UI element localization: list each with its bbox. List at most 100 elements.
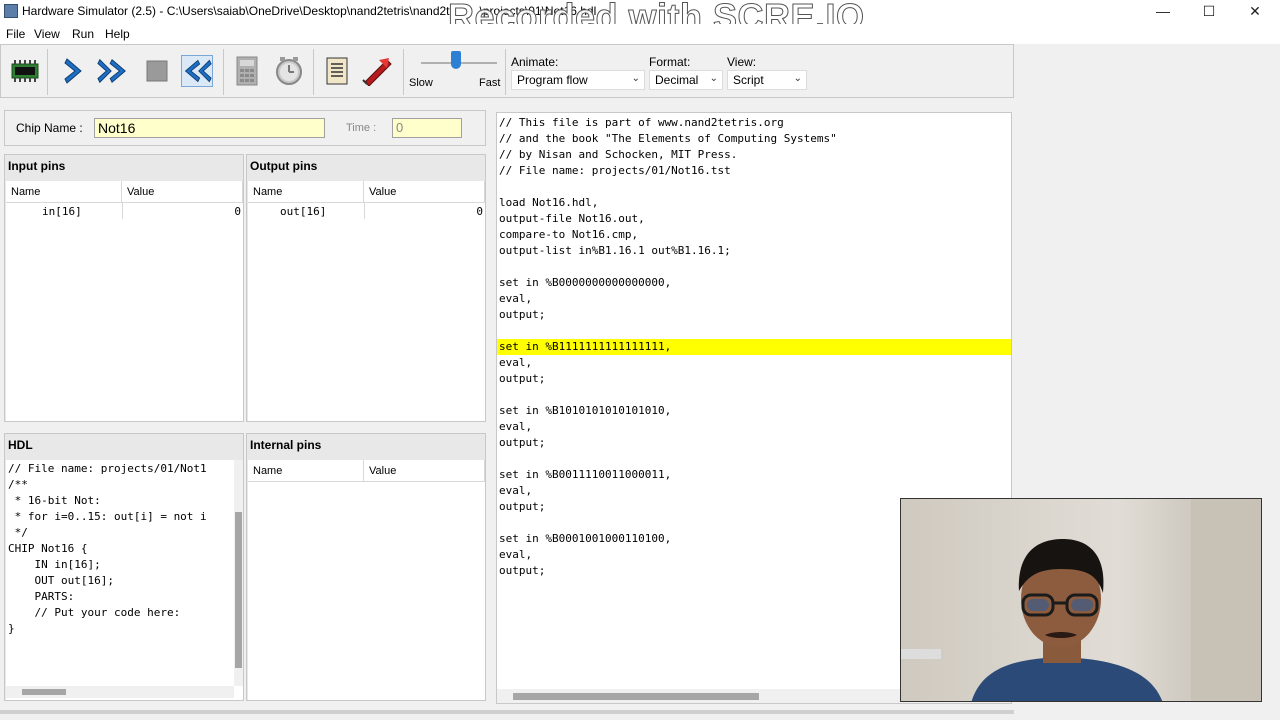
hdl-horizontal-scroll-thumb[interactable] (22, 689, 66, 695)
menu-file[interactable]: File (6, 27, 25, 41)
maximize-button[interactable]: ☐ (1186, 0, 1232, 24)
hdl-line: /** (8, 478, 28, 491)
script-button[interactable] (321, 55, 353, 87)
output-pins-name-header[interactable]: Name (248, 181, 364, 203)
script-line: eval, (499, 292, 533, 305)
chip-name-label: Chip Name : (16, 121, 83, 135)
script-line: load Not16.hdl, (499, 196, 599, 209)
script-line: eval, (499, 484, 533, 497)
script-line: set in %B0001001000110100, (499, 532, 672, 545)
menu-bar: File View Run Help (0, 24, 1280, 44)
chevron-down-icon: ⌄ (631, 73, 640, 84)
stop-button[interactable] (141, 55, 173, 87)
script-line: output; (499, 308, 546, 321)
view-label: View: (727, 55, 757, 69)
input-pins-table: Name Value in[16] 0 (6, 181, 243, 421)
script-line: eval, (499, 356, 533, 369)
breakpoint-flag-icon (362, 58, 392, 86)
output-pins-table: Name Value out[16] 0 (248, 181, 485, 421)
calculator-icon (236, 56, 258, 86)
clock-icon (276, 57, 302, 85)
pin-value: 0 (476, 205, 483, 218)
script-line: output; (499, 500, 546, 513)
script-line: set in %B0011110011000011, (499, 468, 672, 481)
minimize-button[interactable]: — (1140, 0, 1186, 24)
format-select[interactable]: Decimal ⌄ (649, 70, 723, 90)
webcam-overlay (900, 498, 1262, 702)
output-pins-value-header[interactable]: Value (364, 181, 485, 203)
output-pins-panel: Output pins Name Value out[16] 0 (246, 154, 486, 422)
speed-slow-label: Slow (409, 77, 433, 89)
animate-label: Animate: (511, 55, 559, 69)
rewind-icon (184, 59, 212, 83)
toolbar: Slow Fast Animate: Program flow ⌄ Format:… (0, 44, 1014, 98)
status-divider (0, 710, 1014, 714)
time-label: Time : (346, 122, 377, 134)
script-line: set in %B0000000000000000, (499, 276, 672, 289)
speed-slider-thumb[interactable] (451, 51, 461, 69)
internal-pins-title: Internal pins (250, 438, 322, 452)
chip-name-bar: Chip Name : Not16 Time : 0 (4, 110, 486, 146)
pin-name: in[16] (42, 205, 82, 218)
table-row[interactable]: out[16] 0 (248, 203, 485, 219)
internal-pins-panel: Internal pins Name Value (246, 433, 486, 701)
internal-pins-name-header[interactable]: Name (248, 460, 364, 482)
hdl-line: } (8, 622, 15, 635)
format-label: Format: (649, 55, 691, 69)
breakpoints-button[interactable] (361, 55, 393, 87)
single-step-button[interactable] (57, 55, 89, 87)
hdl-line: * 16-bit Not: (8, 494, 101, 507)
script-line: // This file is part of www.nand2tetris.… (499, 116, 784, 129)
script-line: eval, (499, 420, 533, 433)
script-horizontal-scroll-thumb[interactable] (513, 693, 759, 700)
hdl-line: OUT out[16]; (8, 574, 114, 587)
pin-name: out[16] (280, 205, 327, 218)
menu-help[interactable]: Help (105, 27, 130, 41)
pin-value[interactable]: 0 (234, 205, 241, 218)
menu-run[interactable]: Run (72, 27, 94, 41)
load-chip-button[interactable] (9, 55, 41, 87)
input-pins-value-header[interactable]: Value (122, 181, 243, 203)
chevron-down-icon: ⌄ (709, 73, 718, 84)
hdl-vertical-scrollbar[interactable] (234, 460, 243, 686)
script-line: output; (499, 436, 546, 449)
eval-button[interactable] (231, 55, 263, 87)
script-line: // and the book "The Elements of Computi… (499, 132, 837, 145)
menu-view[interactable]: View (34, 27, 60, 41)
view-select[interactable]: Script ⌄ (727, 70, 807, 90)
hdl-vertical-scroll-thumb[interactable] (235, 512, 242, 668)
hdl-line: * for i=0..15: out[i] = not i (8, 510, 207, 523)
internal-pins-value-header[interactable]: Value (364, 460, 485, 482)
clock-button[interactable] (273, 55, 305, 87)
script-line: output; (499, 372, 546, 385)
chip-icon (11, 60, 39, 82)
hdl-line: */ (8, 526, 28, 539)
animate-select[interactable]: Program flow ⌄ (511, 70, 645, 90)
script-line: set in %B1010101010101010, (499, 404, 672, 417)
hdl-line: // File name: projects/01/Not1 (8, 462, 207, 475)
run-button[interactable] (97, 55, 129, 87)
script-line: // File name: projects/01/Not16.tst (499, 164, 731, 177)
app-icon (4, 4, 18, 18)
hdl-line: IN in[16]; (8, 558, 101, 571)
script-scroll-icon (326, 57, 348, 85)
close-button[interactable]: ✕ (1232, 0, 1278, 24)
hdl-line: PARTS: (8, 590, 75, 603)
input-pins-name-header[interactable]: Name (6, 181, 122, 203)
table-row[interactable]: in[16] 0 (6, 203, 243, 219)
hdl-line: // Put your code here: (8, 606, 181, 619)
script-line: output; (499, 564, 546, 577)
script-line: eval, (499, 548, 533, 561)
script-line: // by Nisan and Schocken, MIT Press. (499, 148, 738, 161)
chip-name-field: Not16 (94, 118, 325, 138)
title-bar: Hardware Simulator (2.5) - C:\Users\saia… (0, 0, 1280, 38)
step-arrow-icon (64, 58, 82, 84)
hdl-code-view[interactable]: // File name: projects/01/Not1 /** * 16-b… (6, 460, 243, 700)
script-line: output-file Not16.out, (499, 212, 645, 225)
script-line: output-list in%B1.16.1 out%B1.16.1; (499, 244, 731, 257)
hdl-line: CHIP Not16 { (8, 542, 88, 555)
script-line: set in %B1111111111111111, (499, 340, 672, 353)
hdl-horizontal-scrollbar[interactable] (6, 686, 234, 698)
input-pins-title: Input pins (8, 159, 66, 173)
reset-button[interactable] (181, 55, 213, 87)
